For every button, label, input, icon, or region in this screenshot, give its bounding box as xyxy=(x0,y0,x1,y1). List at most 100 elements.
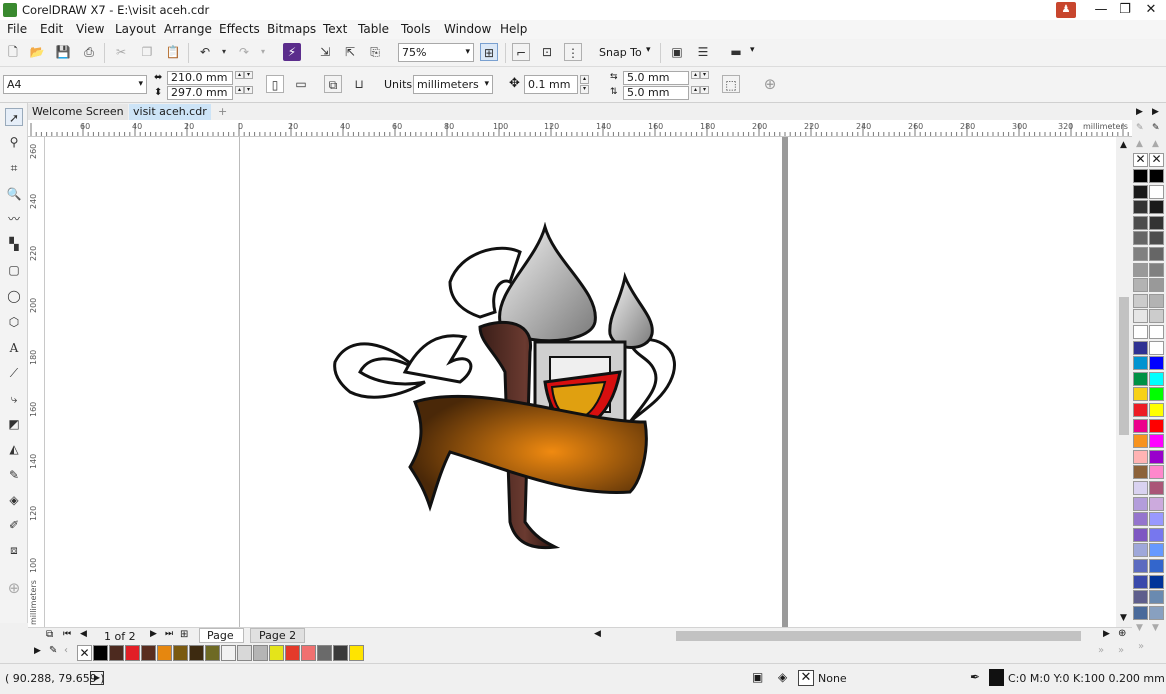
color-swatch[interactable] xyxy=(1149,449,1164,464)
page-width-input[interactable]: 210.0 mm xyxy=(167,71,233,85)
document-color-swatch[interactable] xyxy=(173,645,188,661)
color-swatch[interactable] xyxy=(1149,325,1164,339)
document-color-swatch[interactable] xyxy=(269,645,284,661)
eyedropper-icon[interactable]: ✎ xyxy=(1136,123,1144,133)
current-page-icon[interactable]: ⊔ xyxy=(350,75,368,93)
application-launcher-icon[interactable]: ▬ xyxy=(727,43,745,61)
add-page-icon[interactable]: ⊞ xyxy=(180,629,188,640)
cut-icon[interactable]: ✂ xyxy=(112,43,130,61)
zoom-tool-icon[interactable]: 🔍 xyxy=(5,185,23,203)
color-swatch[interactable] xyxy=(1149,215,1164,230)
vertical-scrollbar[interactable]: ▲ ▼ xyxy=(1116,137,1132,627)
page-options-icon[interactable]: ⧉ xyxy=(46,629,53,640)
color-swatch[interactable] xyxy=(1149,590,1164,605)
color-swatch[interactable] xyxy=(1133,340,1148,355)
eyedropper-icon[interactable]: ✎ xyxy=(1152,123,1160,133)
page-size-dropdown[interactable]: A4 ▾ xyxy=(3,75,147,94)
color-swatch[interactable] xyxy=(1133,184,1148,199)
show-rulers-icon[interactable]: ⌐ xyxy=(512,43,530,61)
document-color-swatch[interactable] xyxy=(333,645,348,661)
menu-file[interactable]: File xyxy=(7,22,27,36)
connector-tool-icon[interactable]: ⤷ xyxy=(5,390,23,408)
smart-drawing-tool-icon[interactable]: ✐ xyxy=(5,516,23,534)
transparency-tool-icon[interactable]: ◭ xyxy=(5,440,23,458)
spin-down[interactable]: ▾ xyxy=(244,71,253,79)
color-swatch[interactable] xyxy=(1133,543,1148,558)
document-color-swatch[interactable] xyxy=(237,645,252,661)
page-height-input[interactable]: 297.0 mm xyxy=(167,86,233,100)
document-color-swatch[interactable] xyxy=(189,645,204,661)
color-swatch[interactable] xyxy=(1149,434,1164,449)
spin-up[interactable]: ▴ xyxy=(235,71,244,79)
export-icon[interactable]: ⇱ xyxy=(341,43,359,61)
save-icon[interactable]: 💾 xyxy=(54,43,72,61)
minimize-button[interactable]: — xyxy=(1088,0,1114,20)
color-swatch[interactable] xyxy=(1133,309,1148,324)
new-document-icon[interactable]: 🗋 xyxy=(4,43,22,61)
spin-down[interactable]: ▾ xyxy=(580,85,589,94)
color-swatch[interactable] xyxy=(1133,325,1148,339)
color-swatch[interactable] xyxy=(1133,481,1148,495)
smart-fill-tool-icon[interactable]: ▚ xyxy=(5,235,23,253)
color-swatch[interactable] xyxy=(1133,387,1148,402)
close-button[interactable]: ✕ xyxy=(1138,0,1164,20)
color-swatch[interactable] xyxy=(1149,169,1164,183)
color-swatch[interactable] xyxy=(1149,418,1164,433)
color-swatch[interactable] xyxy=(1149,356,1164,371)
color-swatch[interactable] xyxy=(1133,590,1148,605)
tab-welcome-screen[interactable]: Welcome Screen xyxy=(28,104,128,120)
color-swatch[interactable] xyxy=(1133,449,1148,464)
color-swatch[interactable] xyxy=(1149,309,1164,324)
duplicate-x-input[interactable]: 5.0 mm xyxy=(623,71,689,85)
all-pages-icon[interactable]: ⧉ xyxy=(324,75,342,93)
snap-to-dropdown[interactable]: Snap To xyxy=(599,46,642,59)
quick-customize-icon[interactable]: ⊕ xyxy=(761,75,779,93)
spin-down[interactable]: ▾ xyxy=(700,71,709,79)
scroll-right-icon[interactable]: ▶ xyxy=(1103,629,1110,639)
color-swatch[interactable] xyxy=(1149,387,1164,402)
print-icon[interactable]: ⎙ xyxy=(80,43,98,61)
color-swatch[interactable] xyxy=(1133,605,1148,620)
shape-tool-icon[interactable]: ⚲ xyxy=(5,133,23,151)
document-palette-arrow-icon[interactable]: ▶ xyxy=(34,646,41,656)
restore-button[interactable]: ❐ xyxy=(1112,0,1138,20)
outline-tool-icon[interactable]: ⧈ xyxy=(5,541,23,559)
corel-connect-icon[interactable]: ⚡ xyxy=(283,43,301,61)
crop-tool-icon[interactable]: ⌗ xyxy=(5,159,23,177)
spin-down[interactable]: ▾ xyxy=(244,86,253,94)
undo-dropdown-icon[interactable]: ▾ xyxy=(215,43,233,61)
color-swatch[interactable] xyxy=(1149,231,1164,246)
document-color-swatch[interactable] xyxy=(125,645,140,661)
color-swatch[interactable] xyxy=(1149,184,1164,199)
document-color-swatch[interactable] xyxy=(301,645,316,661)
menu-layout[interactable]: Layout xyxy=(115,22,156,36)
spin-up[interactable]: ▴ xyxy=(691,86,700,94)
color-swatch[interactable] xyxy=(1149,371,1164,386)
add-tab-icon[interactable]: + xyxy=(214,104,230,120)
horizontal-ruler[interactable]: 60 40 20 0 20 40 60 80 100 120 140 160 1… xyxy=(28,120,1132,137)
no-color-swatch[interactable]: ✕ xyxy=(1149,153,1164,167)
menu-edit[interactable]: Edit xyxy=(40,22,63,36)
color-swatch[interactable] xyxy=(1133,434,1148,449)
document-color-swatch[interactable] xyxy=(93,645,108,661)
scroll-thumb[interactable] xyxy=(1119,297,1129,435)
page-tab-1[interactable]: Page 1 xyxy=(199,628,244,655)
color-swatch[interactable] xyxy=(1133,262,1148,277)
document-color-swatch[interactable] xyxy=(253,645,268,661)
spin-up[interactable]: ▴ xyxy=(235,86,244,94)
parallel-dimension-tool-icon[interactable]: ⟋ xyxy=(5,364,23,382)
color-swatch[interactable] xyxy=(1149,465,1164,480)
color-swatch[interactable] xyxy=(1149,527,1164,542)
scroll-up-icon[interactable]: ▲ xyxy=(1120,140,1127,150)
scroll-up-icon[interactable]: ▲ xyxy=(1136,139,1143,149)
color-swatch[interactable] xyxy=(1133,418,1148,433)
color-swatch[interactable] xyxy=(1149,293,1164,308)
copy-icon[interactable]: ❐ xyxy=(138,43,156,61)
treat-as-filled-icon[interactable]: ⬚ xyxy=(722,75,740,93)
visit-aceh-artwork[interactable] xyxy=(330,222,690,552)
document-color-swatch[interactable] xyxy=(349,645,364,661)
drawing-canvas[interactable] xyxy=(45,137,1116,627)
menu-text[interactable]: Text xyxy=(323,22,347,36)
color-swatch[interactable] xyxy=(1133,527,1148,542)
show-grid-icon[interactable]: ⊡ xyxy=(538,43,556,61)
